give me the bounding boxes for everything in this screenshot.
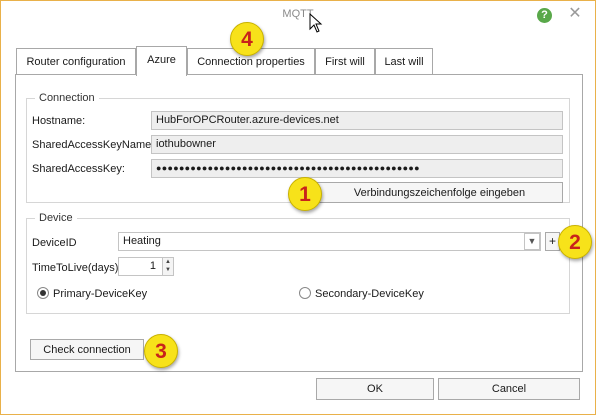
annotation-badge-3: 3 (144, 334, 178, 368)
mouse-cursor-icon (309, 13, 323, 33)
annotation-badge-4: 4 (230, 22, 264, 56)
device-group-legend: Device (35, 212, 77, 224)
connection-group-legend: Connection (35, 92, 99, 104)
enter-connection-string-button[interactable]: Verbindungszeichenfolge eingeben (316, 182, 563, 203)
spin-up-icon[interactable]: ▲ (163, 258, 173, 266)
hostname-field[interactable]: HubForOPCRouter.azure-devices.net (151, 111, 563, 130)
shared-access-key-field[interactable]: ●●●●●●●●●●●●●●●●●●●●●●●●●●●●●●●●●●●●●●●●… (151, 159, 563, 178)
tab-router-configuration[interactable]: Router configuration (16, 48, 136, 75)
help-icon[interactable]: ? (537, 8, 552, 23)
tab-first-will[interactable]: First will (315, 48, 375, 75)
chevron-down-icon[interactable]: ▼ (524, 233, 540, 250)
ttl-label: TimeToLive(days) (32, 262, 119, 274)
cancel-button[interactable]: Cancel (438, 378, 580, 400)
annotation-badge-1: 1 (288, 177, 322, 211)
keyname-label: SharedAccessKeyName: (32, 139, 155, 151)
primary-key-label[interactable]: Primary-DeviceKey (53, 287, 147, 301)
keyname-field[interactable]: iothubowner (151, 135, 563, 154)
annotation-badge-2: 2 (558, 225, 592, 259)
deviceid-select[interactable]: Heating (118, 232, 541, 251)
close-icon[interactable]: ✕ (567, 5, 583, 23)
secondary-key-radio[interactable] (299, 287, 311, 299)
tab-last-will[interactable]: Last will (375, 48, 433, 75)
ttl-spinner[interactable]: ▲ ▼ (162, 257, 174, 276)
hostname-label: Hostname: (32, 115, 86, 127)
spin-down-icon[interactable]: ▼ (163, 266, 173, 274)
ttl-input[interactable]: 1 (118, 257, 163, 276)
ok-button[interactable]: OK (316, 378, 434, 400)
tab-azure[interactable]: Azure (136, 46, 187, 76)
primary-key-radio[interactable] (37, 287, 49, 299)
check-connection-button[interactable]: Check connection (30, 339, 144, 360)
key-label: SharedAccessKey: (32, 163, 125, 175)
deviceid-label: DeviceID (32, 237, 77, 249)
window-title: MQTT (282, 8, 314, 20)
secondary-key-label[interactable]: Secondary-DeviceKey (315, 287, 424, 301)
